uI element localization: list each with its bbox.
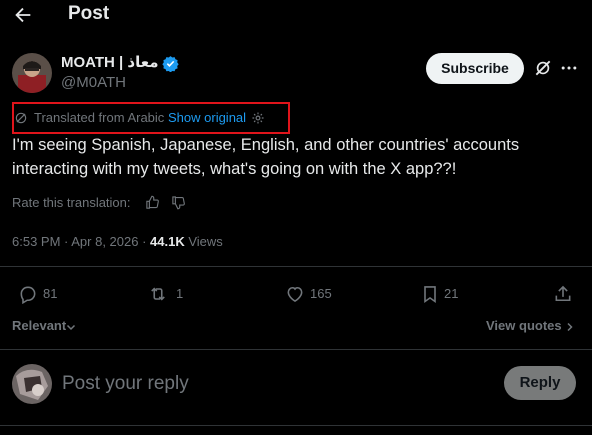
reply-action[interactable]: 81 — [18, 283, 68, 305]
back-arrow-icon[interactable] — [12, 4, 34, 26]
reply-input[interactable] — [62, 371, 482, 397]
more-options-icon[interactable] — [559, 58, 579, 78]
repost-icon — [151, 287, 165, 301]
views-label: Views — [184, 234, 223, 249]
author-handle[interactable]: @M0ATH — [61, 74, 126, 92]
page-header: Post — [0, 0, 592, 30]
post-meta: 6:53 PM · Apr 8, 2026 · 44.1K Views — [12, 234, 223, 250]
view-quotes-label: View quotes — [486, 318, 562, 333]
bookmark-icon — [424, 286, 436, 304]
divider — [0, 349, 592, 350]
share-action[interactable] — [553, 283, 573, 305]
chevron-right-icon — [565, 322, 574, 332]
reply-button[interactable]: Reply — [504, 366, 576, 400]
bookmark-action[interactable]: 21 — [420, 283, 464, 305]
divider — [0, 266, 592, 267]
current-user-avatar[interactable] — [12, 364, 52, 404]
like-count: 165 — [310, 286, 332, 301]
views-count: 44.1K — [150, 234, 185, 249]
share-icon — [555, 285, 571, 302]
sort-relevant-dropdown[interactable]: Relevant — [12, 318, 76, 334]
post-text: I'm seeing Spanish, Japanese, English, a… — [12, 136, 520, 178]
page-title: Post — [68, 3, 110, 24]
thumbs-up-icon[interactable] — [145, 195, 160, 210]
view-quotes-link[interactable]: View quotes — [486, 318, 574, 334]
grok-icon[interactable] — [533, 58, 553, 78]
bookmark-count: 21 — [444, 286, 459, 301]
rate-translation-label: Rate this translation: — [12, 195, 131, 210]
sort-label: Relevant — [12, 318, 67, 333]
highlight-annotation-box — [12, 102, 290, 134]
reply-count: 81 — [43, 286, 58, 301]
like-action[interactable]: 165 — [285, 283, 335, 305]
subscribe-button[interactable]: Subscribe — [426, 53, 524, 84]
repost-count: 1 — [176, 286, 184, 301]
heart-icon — [287, 286, 303, 303]
author-avatar[interactable] — [12, 53, 52, 93]
chevron-down-icon — [66, 322, 76, 332]
thumbs-down-icon[interactable] — [171, 195, 186, 210]
reply-icon — [20, 286, 36, 304]
post-timestamp[interactable]: 6:53 PM · Apr 8, 2026 · — [12, 234, 150, 249]
author-display-name[interactable]: MOATH | معاذ — [61, 53, 159, 72]
verified-badge-icon — [162, 55, 179, 72]
repost-action[interactable]: 1 — [148, 283, 198, 305]
divider — [0, 425, 592, 426]
